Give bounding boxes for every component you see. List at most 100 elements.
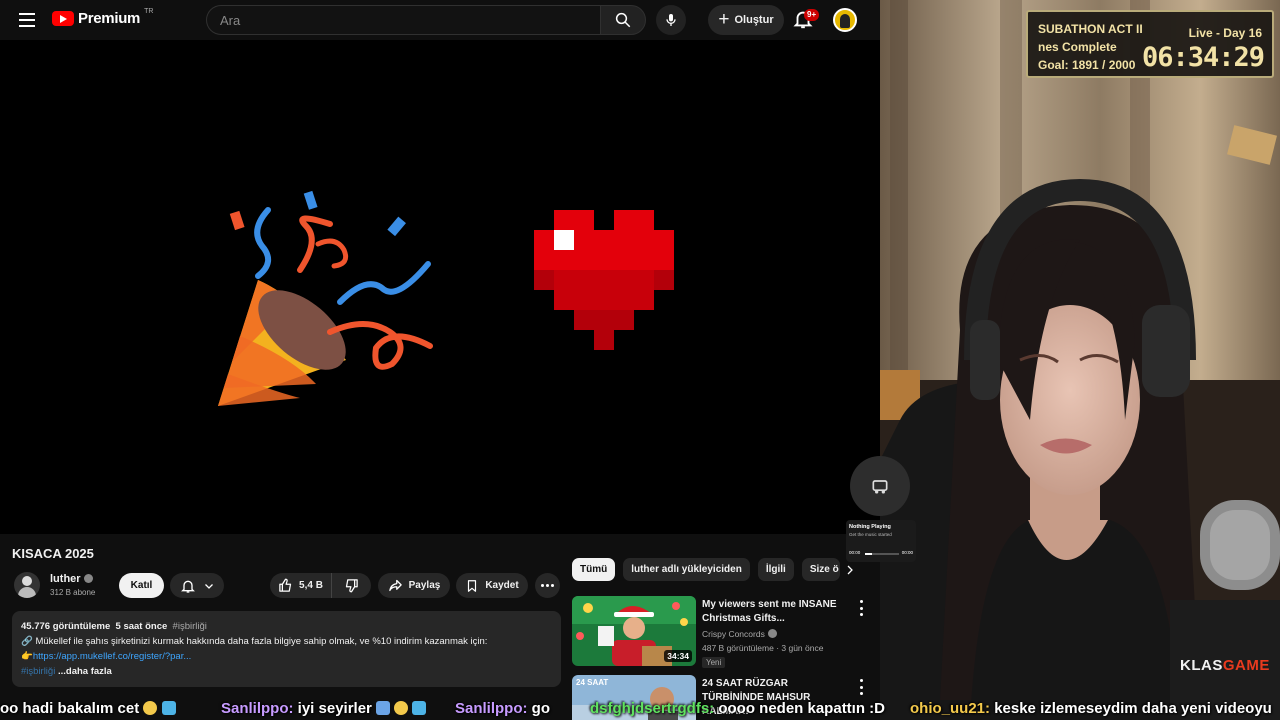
video-duration: 34:34 xyxy=(664,650,692,662)
save-label: Kaydet xyxy=(485,580,519,591)
bookmark-icon xyxy=(468,579,477,592)
search-button[interactable] xyxy=(600,5,646,35)
chip-all[interactable]: Tümü xyxy=(572,558,616,581)
subscription-bell-button[interactable] xyxy=(170,573,224,598)
join-button[interactable]: Katıl xyxy=(119,573,164,598)
chat-message: ohio_uu21: keske izlemeseydim daha yeni … xyxy=(910,700,1272,717)
search-box xyxy=(206,5,600,35)
create-button[interactable]: + Oluştur xyxy=(708,5,784,35)
description-box[interactable]: 45.776 görüntüleme 5 saat önce #işbirliğ… xyxy=(12,611,561,687)
now-playing-subtitle: Get the music started xyxy=(849,532,892,537)
like-button[interactable]: 5,4 B xyxy=(270,573,332,598)
recommended-channel: Crispy Concords xyxy=(702,629,777,639)
chat-message: Sanlilppo: iyi seyirler xyxy=(221,700,427,717)
new-badge: Yeni xyxy=(702,657,726,668)
party-popper-emoji xyxy=(218,190,433,406)
thumbs-up-icon xyxy=(279,578,292,592)
upload-time: 5 saat önce xyxy=(115,621,168,632)
screen: Premium TR + Oluştur 9+ xyxy=(0,0,1280,720)
chat-message: dsfghjdsertrgdfs: oooo neden kapattın :D xyxy=(590,700,885,717)
microphone-icon xyxy=(666,14,676,26)
now-playing-progress xyxy=(865,553,899,555)
chat-text: keske izlemeseydim daha yeni videoyu xyxy=(994,700,1272,717)
channel-name-link[interactable]: luther xyxy=(50,573,93,585)
voice-search-button[interactable] xyxy=(656,5,686,35)
description-stats: 45.776 görüntüleme 5 saat önce #işbirliğ… xyxy=(21,619,552,634)
logo-region: TR xyxy=(144,8,154,15)
timer-subtitle: nes Complete xyxy=(1038,40,1117,54)
pointer-emoji: 👉 xyxy=(21,651,33,662)
hashtag[interactable]: #işbirliği xyxy=(173,621,207,632)
cube-emote-icon xyxy=(161,701,176,715)
subscriber-count: 312 B abone xyxy=(50,588,96,597)
now-playing-title: Nothing Playing xyxy=(849,524,891,530)
description-more-line: #işbirliği ...daha fazla xyxy=(21,664,552,679)
thumbnail-text: 24 SAAT xyxy=(576,678,609,687)
video-thumbnail: 34:34 xyxy=(572,596,696,666)
notification-count-badge: 9+ xyxy=(804,9,820,21)
pixel-heart-emoji xyxy=(534,210,674,350)
save-button[interactable]: Kaydet xyxy=(456,573,528,598)
recommended-video[interactable]: 34:34 My viewers sent me INSANE Christma… xyxy=(572,596,872,668)
video-menu-icon[interactable] xyxy=(858,679,864,695)
hashtag-link[interactable]: #işbirliği xyxy=(21,666,55,677)
hamburger-menu-icon[interactable] xyxy=(14,8,40,32)
chat-username: Sanlilppo: xyxy=(455,700,528,717)
share-button[interactable]: Paylaş xyxy=(378,573,450,598)
chat-username: dsfghjdsertrgdfs: xyxy=(590,700,715,717)
thumbs-down-icon xyxy=(345,579,358,593)
channel-name: luther xyxy=(50,573,81,585)
timer-title: SUBATHON ACT II xyxy=(1038,22,1143,36)
chevron-down-icon xyxy=(204,583,213,589)
plus-icon: + xyxy=(718,8,730,30)
like-dislike-group: 5,4 B xyxy=(270,573,371,598)
dislike-button[interactable] xyxy=(332,573,371,598)
show-more-link[interactable]: ...daha fazla xyxy=(58,666,112,677)
chat-username: Sanlilppo: xyxy=(221,700,294,717)
video-player[interactable] xyxy=(0,40,880,534)
webcam-image xyxy=(880,0,1280,720)
chat-text: iyi seyirler xyxy=(297,700,372,717)
search-input[interactable] xyxy=(207,6,600,34)
create-label: Oluştur xyxy=(734,14,774,26)
bell-icon xyxy=(180,580,195,593)
verified-check-icon xyxy=(83,574,93,583)
now-playing-widget: Nothing Playing Get the music started 00… xyxy=(846,520,916,562)
chip-related[interactable]: İlgili xyxy=(757,558,794,581)
chat-text: oooo neden kapattın :D xyxy=(718,700,886,717)
video-menu-icon[interactable] xyxy=(858,600,864,616)
share-label: Paylaş xyxy=(408,580,441,591)
now-playing-elapsed: 00:00 xyxy=(849,550,861,555)
cube-emote-icon xyxy=(412,701,427,715)
account-avatar[interactable] xyxy=(833,8,857,32)
chip-from-uploader[interactable]: luther adlı yükleyiciden xyxy=(623,558,750,581)
klasgame-logo: KLASGAME xyxy=(1180,657,1270,674)
coin-emote-icon xyxy=(394,701,409,715)
chat-ticker: oo hadi bakalım cet Sanlilppo: iyi seyir… xyxy=(0,700,1280,720)
youtube-window: Premium TR + Oluştur 9+ xyxy=(0,0,880,720)
description-link[interactable]: https://app.mukellef.co/register/?par... xyxy=(33,651,191,662)
video-frame xyxy=(218,190,674,406)
coin-emote-icon xyxy=(143,701,158,715)
music-cart-icon xyxy=(872,480,888,494)
chat-text: go xyxy=(531,700,550,717)
description-line: 🔗 Mükellef ile şahıs şirketinizi kurmak … xyxy=(21,636,488,647)
chat-message: oo hadi bakalım cet xyxy=(0,700,176,717)
video-title: KISACA 2025 xyxy=(12,546,94,561)
more-actions-button[interactable] xyxy=(535,573,560,598)
masthead: Premium TR + Oluştur 9+ xyxy=(0,0,880,40)
youtube-play-icon xyxy=(52,11,74,26)
chat-username: ohio_uu21: xyxy=(910,700,991,717)
sword-emote-icon xyxy=(376,701,391,715)
channel-avatar[interactable] xyxy=(14,572,40,598)
now-playing-total: 00:00 xyxy=(901,550,913,555)
search-icon xyxy=(615,12,631,28)
chat-text: oo hadi bakalım cet xyxy=(0,700,140,717)
chip-for-you[interactable]: Size ö xyxy=(801,558,840,581)
recommended-title: My viewers sent me INSANE Christmas Gift… xyxy=(702,599,837,624)
youtube-premium-logo[interactable]: Premium TR xyxy=(52,8,154,27)
chips-next-button[interactable] xyxy=(840,560,860,580)
recommended-meta: 487 B görüntüleme · 3 gün önce xyxy=(702,643,824,653)
share-icon xyxy=(388,579,402,592)
timer-clock: 06:34:29 xyxy=(1141,42,1265,73)
